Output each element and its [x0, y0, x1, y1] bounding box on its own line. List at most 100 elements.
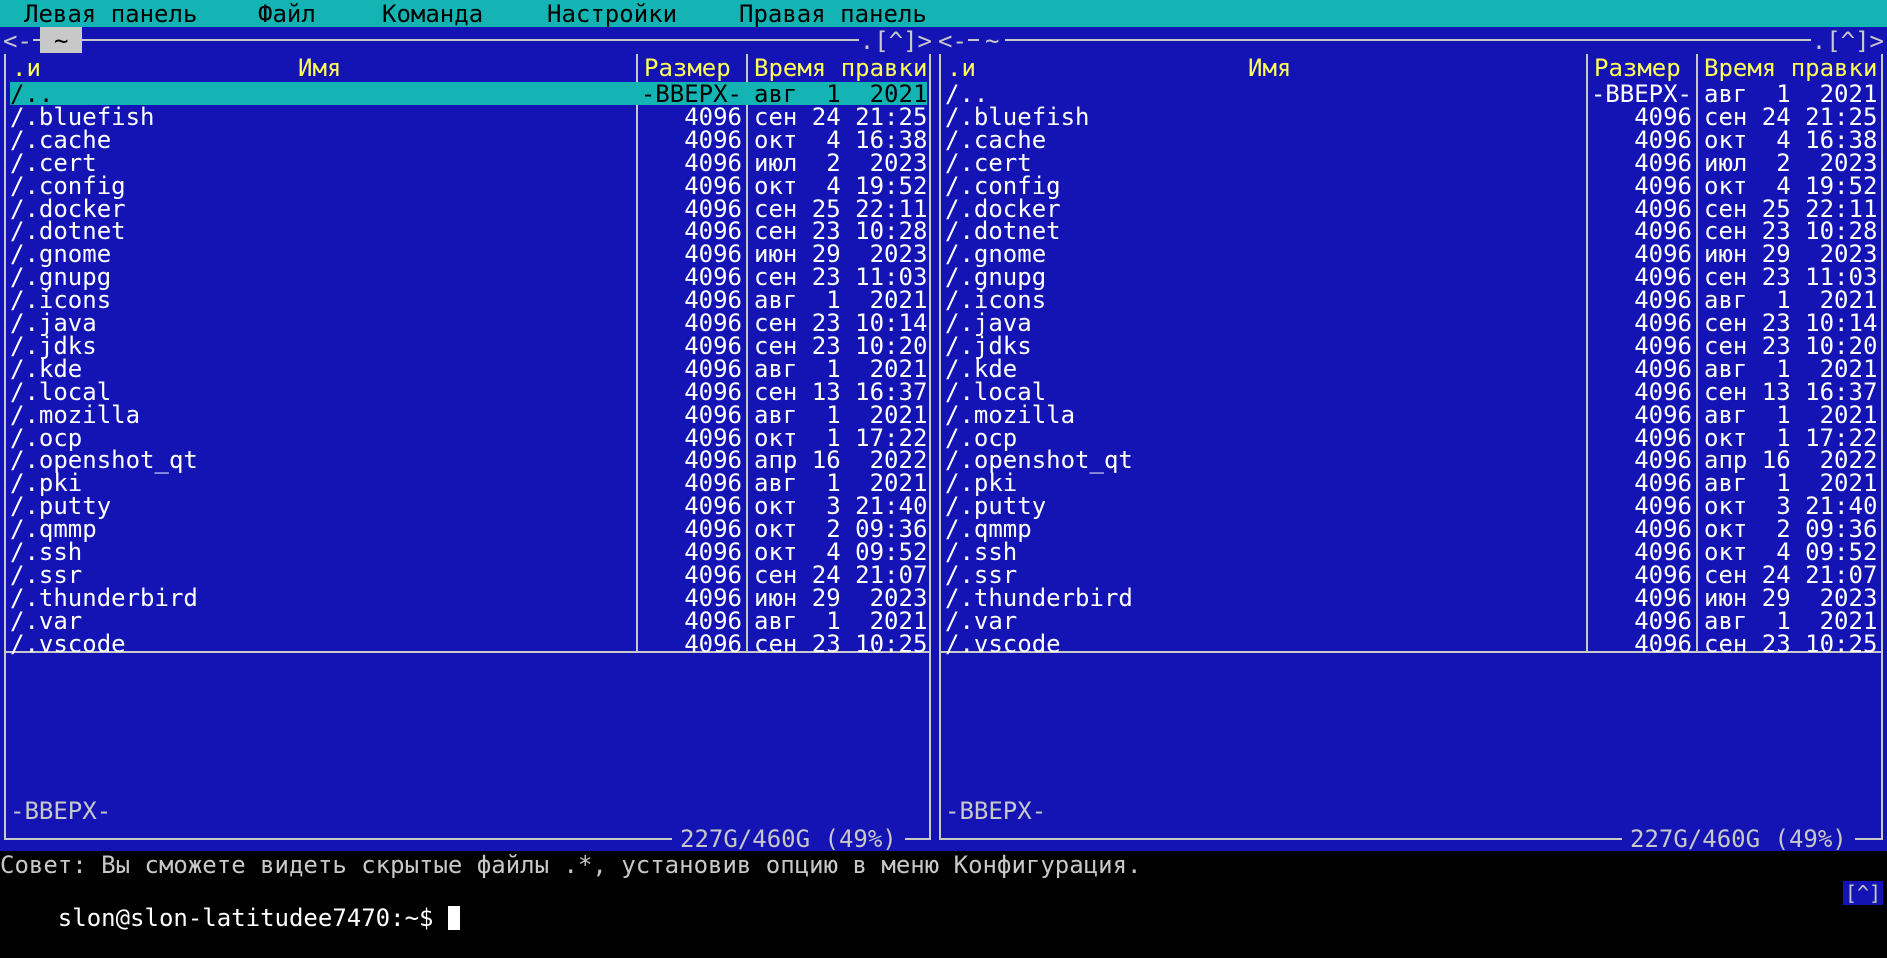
file-row[interactable]: /.java 4096 сен 23 10:14: [935, 309, 1887, 337]
menu-left-panel[interactable]: Левая панель: [24, 0, 197, 28]
file-row[interactable]: /.cert 4096 июл 2 2023: [0, 151, 935, 175]
file-row[interactable]: /.dotnet 4096 сен 23 10:28: [0, 217, 935, 246]
file-name: /.putty: [945, 492, 1047, 521]
file-row[interactable]: /.jdks 4096 сен 23 10:20: [0, 331, 935, 360]
column-header-name[interactable]: Имя: [1248, 54, 1291, 82]
file-name: /.dotnet: [10, 217, 126, 246]
file-name: /.qmmp: [10, 515, 97, 544]
file-row[interactable]: /.java 4096 сен 23 10:14: [0, 309, 935, 337]
file-modified-time: окт 1 17:22: [1704, 423, 1878, 452]
file-row[interactable]: /.ssr 4096 сен 24 21:07: [935, 560, 1887, 589]
file-row[interactable]: /.ssh 4096 окт 4 09:52: [935, 538, 1887, 566]
file-size: 4096: [684, 331, 742, 360]
current-path-tab[interactable]: ~: [40, 27, 83, 55]
file-row[interactable]: /.ssr 4096 сен 24 21:07: [0, 563, 935, 587]
file-name: /.ssh: [10, 538, 83, 566]
file-row[interactable]: /.bluefish 4096 сен 24 21:25: [0, 105, 935, 129]
file-name: /.config: [10, 171, 126, 200]
file-row[interactable]: /.gnupg 4096 сен 23 11:03: [935, 265, 1887, 289]
file-row[interactable]: /.bluefish 4096 сен 24 21:25: [935, 105, 1887, 129]
file-row[interactable]: /.icons 4096 авг 1 2021: [935, 288, 1887, 312]
file-row[interactable]: /.openshot_qt 4096 апр 16 2022: [0, 446, 935, 475]
file-row[interactable]: /.vscode 4096 сен 23 10:25: [0, 632, 935, 656]
file-row[interactable]: /.config 4096 окт 4 19:52: [0, 171, 935, 200]
file-row[interactable]: /.gnome 4096 июн 29 2023: [0, 242, 935, 266]
file-row[interactable]: /.qmmp 4096 окт 2 09:36: [0, 515, 935, 544]
file-row[interactable]: /.jdks 4096 сен 23 10:20: [935, 334, 1887, 358]
file-name: /.openshot_qt: [945, 446, 1133, 475]
file-row[interactable]: /.docker 4096 сен 25 22:11: [935, 197, 1887, 221]
left-file-panel[interactable]: <- ~ .[^]> .и Имя Размер Время правки /.…: [0, 27, 935, 851]
file-row[interactable]: /.pki 4096 авг 1 2021: [0, 469, 935, 498]
file-row[interactable]: /.qmmp 4096 окт 2 09:36: [935, 517, 1887, 541]
file-row[interactable]: /.gnupg 4096 сен 23 11:03: [0, 265, 935, 289]
menu-right-panel[interactable]: Правая панель: [739, 0, 927, 28]
file-row[interactable]: /.local 4096 сен 13 16:37: [0, 377, 935, 406]
file-row[interactable]: /.thunderbird 4096 июн 29 2023: [0, 583, 935, 612]
file-row[interactable]: /.. -ВВЕРХ-авг 1 2021: [935, 82, 1887, 106]
panels-toggle-button[interactable]: [^]: [1843, 881, 1883, 905]
file-row[interactable]: /.pki 4096 авг 1 2021: [935, 471, 1887, 495]
file-row[interactable]: /.cache 4096 окт 4 16:38: [0, 128, 935, 152]
file-row[interactable]: /.openshot_qt 4096 апр 16 2022: [935, 446, 1887, 475]
file-row[interactable]: /.kde 4096 авг 1 2021: [0, 357, 935, 381]
file-modified-time: июн 29 2023: [1704, 240, 1878, 269]
file-row[interactable]: /.mozilla 4096 авг 1 2021: [935, 403, 1887, 427]
column-header-size[interactable]: Размер: [1594, 54, 1681, 82]
file-row[interactable]: /.var 4096 авг 1 2021: [0, 609, 935, 633]
file-row[interactable]: /.var 4096 авг 1 2021: [935, 609, 1887, 633]
hotlist-marker[interactable]: .[^]>: [858, 27, 933, 55]
column-header-name[interactable]: Имя: [298, 54, 341, 82]
file-row[interactable]: /.config 4096 окт 4 19:52: [935, 174, 1887, 198]
file-row[interactable]: /.vscode 4096 сен 23 10:25: [935, 632, 1887, 656]
menu-command[interactable]: Команда: [382, 0, 483, 28]
shell-prompt[interactable]: slon@slon-latitudee7470:~$: [0, 879, 460, 931]
file-row[interactable]: /.putty 4096 окт 3 21:40: [935, 492, 1887, 521]
file-modified-time: авг 1 2021: [754, 469, 928, 498]
file-name: /.java: [945, 309, 1032, 337]
file-row[interactable]: /.icons 4096 авг 1 2021: [0, 288, 935, 312]
file-modified-time: авг 1 2021: [754, 400, 928, 429]
file-row[interactable]: /.docker 4096 сен 25 22:11: [0, 194, 935, 223]
file-size: 4096: [684, 217, 742, 246]
file-row[interactable]: /.thunderbird 4096 июн 29 2023: [935, 586, 1887, 610]
file-name: /.ocp: [10, 423, 83, 452]
file-name: /.thunderbird: [10, 583, 198, 612]
file-size: 4096: [1634, 492, 1692, 521]
file-row[interactable]: /.kde 4096 авг 1 2021: [935, 354, 1887, 383]
column-header-time[interactable]: Время правки: [754, 54, 927, 82]
file-row[interactable]: /.local 4096 сен 13 16:37: [935, 380, 1887, 404]
file-row[interactable]: /.cache 4096 окт 4 16:38: [935, 128, 1887, 152]
file-row[interactable]: /.putty 4096 окт 3 21:40: [0, 494, 935, 518]
file-row[interactable]: /.gnome 4096 июн 29 2023: [935, 240, 1887, 269]
history-left-arrow[interactable]: <-: [2, 27, 33, 55]
hotlist-marker[interactable]: .[^]>: [1810, 27, 1885, 55]
menu-file[interactable]: Файл: [258, 0, 316, 28]
mini-status: -ВВЕРХ-: [10, 797, 112, 825]
file-row[interactable]: /.mozilla 4096 авг 1 2021: [0, 400, 935, 429]
file-row[interactable]: /.ocp 4096 окт 1 17:22: [0, 423, 935, 452]
file-modified-time: сен 23 10:14: [754, 309, 928, 337]
current-path-label[interactable]: ~: [979, 27, 1006, 55]
file-name: /.ssh: [945, 538, 1018, 566]
file-row[interactable]: /.dotnet 4096 сен 23 10:28: [935, 219, 1887, 243]
panel-border-top: [6, 39, 929, 41]
file-row[interactable]: /.. -ВВЕРХ-авг 1 2021: [10, 80, 927, 108]
column-header-size[interactable]: Размер: [644, 54, 731, 82]
right-file-panel[interactable]: <- ~ .[^]> .и Имя Размер Время правки /.…: [935, 27, 1887, 851]
sort-indicator[interactable]: .и: [12, 54, 41, 82]
file-name: /.local: [10, 377, 112, 406]
file-size: 4096: [684, 446, 742, 475]
file-row[interactable]: /.cert 4096 июл 2 2023: [935, 151, 1887, 175]
file-modified-time: авг 1 2021: [1704, 354, 1878, 383]
sort-indicator[interactable]: .и: [947, 54, 976, 82]
file-row[interactable]: /.ssh 4096 окт 4 09:52: [0, 538, 935, 566]
file-modified-time: сен 23 10:28: [754, 217, 928, 246]
file-name: /..: [10, 80, 54, 108]
file-size: 4096: [1634, 560, 1692, 589]
history-left-arrow[interactable]: <-: [937, 27, 968, 55]
column-header-time[interactable]: Время правки: [1704, 54, 1877, 82]
file-row[interactable]: /.ocp 4096 окт 1 17:22: [935, 423, 1887, 452]
menu-settings[interactable]: Настройки: [547, 0, 677, 28]
file-modified-time: сен 25 22:11: [754, 194, 928, 223]
